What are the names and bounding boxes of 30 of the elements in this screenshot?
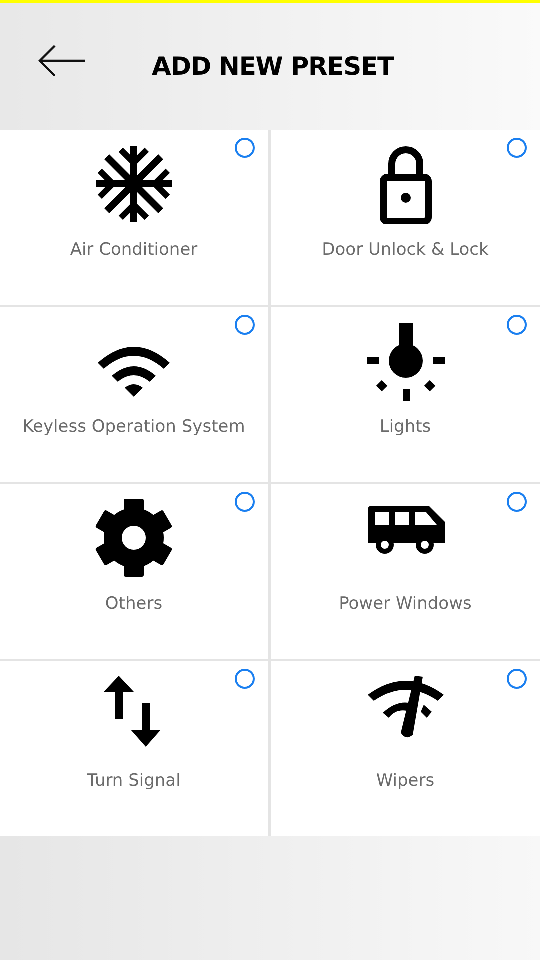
- preset-tile[interactable]: Lights: [271, 307, 540, 482]
- preset-tile[interactable]: Power Windows: [271, 484, 540, 659]
- preset-tile[interactable]: Others: [0, 484, 268, 659]
- preset-tile[interactable]: Turn Signal: [0, 661, 268, 836]
- preset-label: Keyless Operation System: [22, 416, 246, 439]
- preset-label: Wipers: [376, 770, 435, 793]
- preset-tile[interactable]: Wipers: [271, 661, 540, 836]
- preset-label: Lights: [380, 416, 432, 439]
- gear-icon: [94, 498, 174, 578]
- preset-tile[interactable]: Air Conditioner: [0, 130, 268, 305]
- page-title: ADD NEW PRESET: [152, 50, 394, 83]
- radio-button[interactable]: [507, 138, 527, 158]
- preset-label: Turn Signal: [87, 770, 181, 793]
- radio-button[interactable]: [507, 669, 527, 689]
- radio-button[interactable]: [507, 492, 527, 512]
- radio-button[interactable]: [235, 492, 255, 512]
- snowflake-icon: [94, 144, 174, 224]
- back-button[interactable]: [36, 45, 88, 77]
- light-bulb-icon: [366, 321, 446, 401]
- preset-label: Door Unlock & Lock: [322, 239, 489, 262]
- preset-label: Power Windows: [339, 593, 472, 616]
- preset-label: Others: [105, 593, 163, 616]
- radio-button[interactable]: [235, 669, 255, 689]
- preset-tile[interactable]: Door Unlock & Lock: [271, 130, 540, 305]
- preset-tile[interactable]: Keyless Operation System: [0, 307, 268, 482]
- back-arrow-icon: [38, 45, 86, 77]
- radio-button[interactable]: [235, 138, 255, 158]
- radio-button[interactable]: [507, 315, 527, 335]
- preset-label: Air Conditioner: [70, 239, 198, 262]
- radio-button[interactable]: [235, 315, 255, 335]
